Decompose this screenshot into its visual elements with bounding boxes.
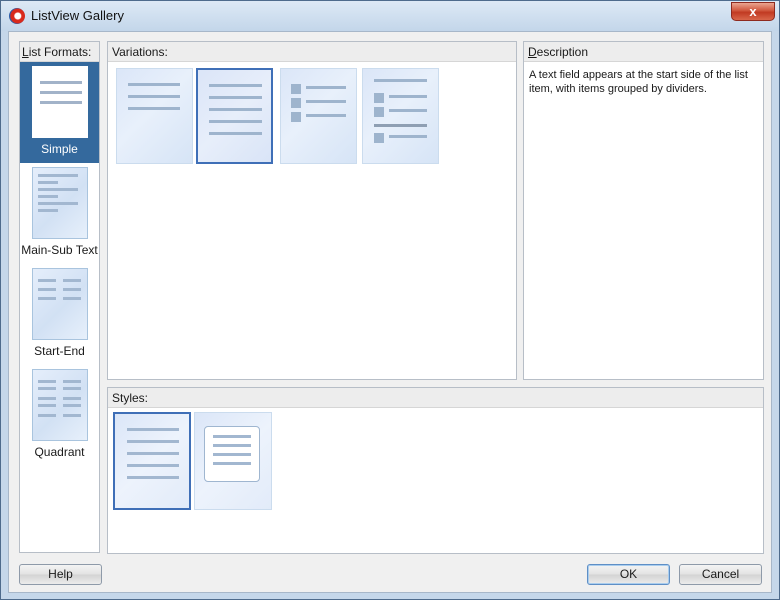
window-title: ListView Gallery <box>31 8 124 23</box>
help-button[interactable]: Help <box>19 564 102 585</box>
format-start-end-thumbnail <box>31 268 88 340</box>
variation-tile-icons[interactable] <box>280 68 357 164</box>
description-text: A text field appears at the start side o… <box>529 69 748 95</box>
variations-header: Variations: <box>108 42 516 62</box>
style-tile-plain[interactable] <box>113 412 191 510</box>
format-item-label: Simple <box>41 142 78 156</box>
dialog-window: ListView Gallery x List Formats: Simple <box>0 0 780 600</box>
format-main-sub-thumbnail <box>31 167 88 239</box>
format-quadrant-thumbnail <box>31 369 88 441</box>
variation-tile-icons-dividers[interactable] <box>362 68 439 164</box>
style-tile-card[interactable] <box>194 412 272 510</box>
styles-panel: Styles: <box>107 387 764 554</box>
close-button[interactable]: x <box>731 2 775 21</box>
app-icon <box>9 8 25 24</box>
dialog-body: List Formats: Simple Main-Sub Text Start… <box>8 31 772 593</box>
format-item-main-sub-text[interactable]: Main-Sub Text <box>20 163 99 264</box>
format-item-start-end[interactable]: Start-End <box>20 264 99 365</box>
format-item-label: Quadrant <box>34 445 85 459</box>
title-bar[interactable]: ListView Gallery x <box>1 1 779 31</box>
variation-tile-plain[interactable] <box>116 68 193 164</box>
styles-header: Styles: <box>108 388 763 408</box>
list-formats-header: List Formats: <box>20 42 99 62</box>
description-panel: Description A text field appears at the … <box>523 41 764 380</box>
format-item-label: Start-End <box>34 344 85 358</box>
format-simple-thumbnail <box>31 66 88 138</box>
description-header: Description <box>524 42 763 62</box>
format-item-quadrant[interactable]: Quadrant <box>20 365 99 466</box>
cancel-button[interactable]: Cancel <box>679 564 762 585</box>
style-card-preview <box>204 426 260 482</box>
format-item-simple[interactable]: Simple <box>20 62 99 163</box>
variations-panel: Variations: <box>107 41 517 380</box>
variation-tile-dividers[interactable] <box>196 68 273 164</box>
format-item-label: Main-Sub Text <box>21 243 98 257</box>
list-formats-list: Simple Main-Sub Text Start-End Quadrant <box>20 62 99 466</box>
ok-button[interactable]: OK <box>587 564 670 585</box>
list-formats-panel: List Formats: Simple Main-Sub Text Start… <box>19 41 100 553</box>
help-button-label: Help <box>48 567 73 581</box>
